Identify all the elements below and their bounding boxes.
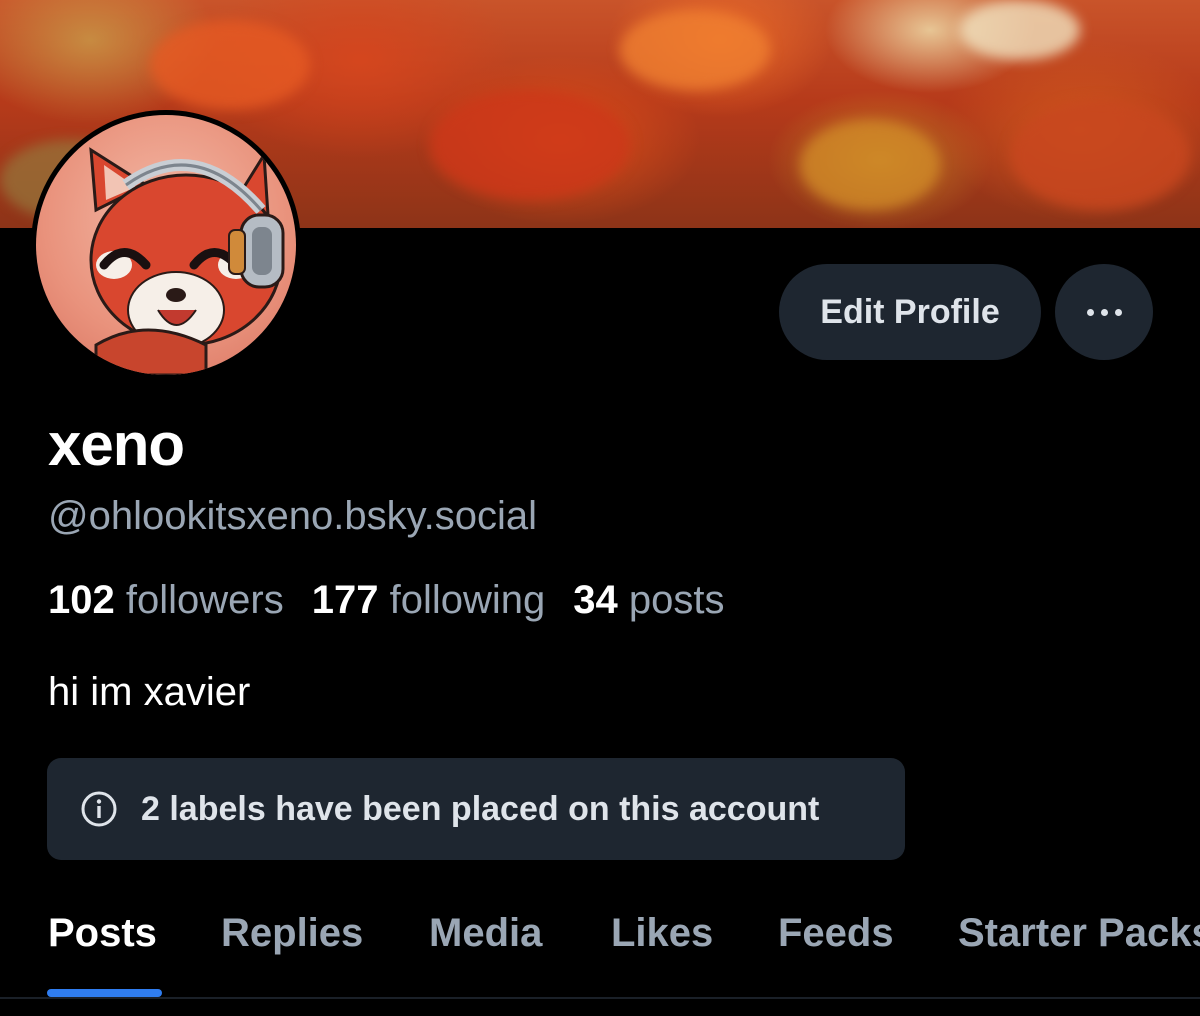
- posts-stat: 34 posts: [573, 574, 724, 626]
- info-icon: [81, 791, 117, 827]
- banner-leaf-blur: [150, 20, 310, 110]
- banner-leaf-blur: [430, 90, 630, 200]
- tab-posts[interactable]: Posts: [48, 908, 157, 958]
- banner-leaf-blur: [960, 0, 1080, 60]
- edit-profile-button[interactable]: Edit Profile: [779, 264, 1041, 360]
- display-name: xeno: [48, 411, 185, 478]
- tab-feeds[interactable]: Feeds: [778, 908, 894, 958]
- tabs-divider: [0, 997, 1200, 999]
- profile-tabs: Posts Replies Media Likes Feeds Starter …: [0, 900, 1200, 998]
- labels-notice[interactable]: 2 labels have been placed on this accoun…: [47, 758, 905, 860]
- profile-stats: 102 followers 177 following 34 posts: [48, 574, 752, 626]
- profile-handle: @ohlookitsxeno.bsky.social: [48, 494, 537, 538]
- tab-likes[interactable]: Likes: [611, 908, 713, 958]
- tab-media[interactable]: Media: [429, 908, 542, 958]
- followers-label: followers: [125, 578, 284, 622]
- ellipsis-icon: [1086, 308, 1122, 316]
- posts-count: 34: [573, 578, 618, 622]
- active-tab-indicator: [47, 989, 162, 997]
- banner-leaf-blur: [1010, 100, 1190, 210]
- avatar-image: [36, 115, 296, 375]
- tab-starter-packs[interactable]: Starter Packs: [958, 908, 1200, 958]
- followers-count: 102: [48, 578, 115, 622]
- followers-stat[interactable]: 102 followers: [48, 574, 284, 626]
- tab-replies[interactable]: Replies: [221, 908, 363, 958]
- following-stat[interactable]: 177 following: [312, 574, 546, 626]
- banner-leaf-blur: [620, 10, 770, 90]
- labels-notice-text: 2 labels have been placed on this accoun…: [141, 789, 820, 828]
- banner-leaf-blur: [800, 120, 940, 210]
- avatar[interactable]: [31, 110, 301, 380]
- more-options-button[interactable]: [1055, 264, 1153, 360]
- profile-bio: hi im xavier: [48, 670, 251, 714]
- following-count: 177: [311, 578, 379, 622]
- following-label: following: [389, 578, 546, 622]
- red-panda-avatar-icon: [89, 147, 285, 375]
- posts-label: posts: [628, 578, 725, 622]
